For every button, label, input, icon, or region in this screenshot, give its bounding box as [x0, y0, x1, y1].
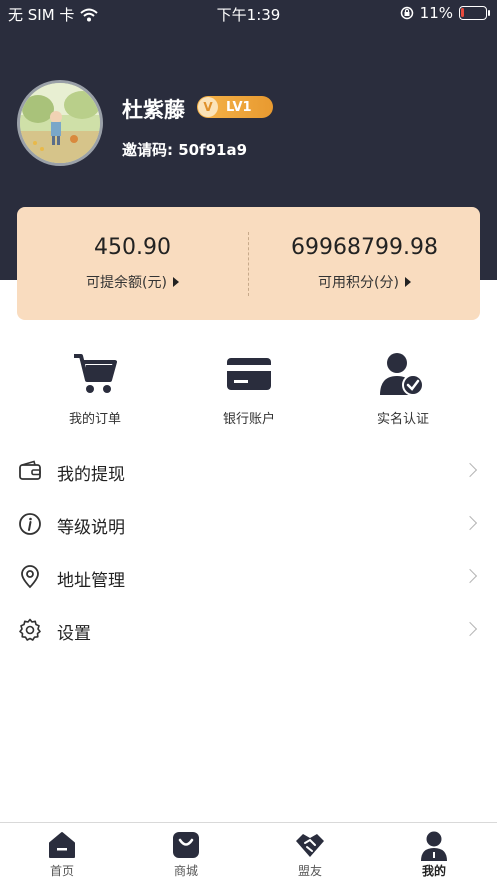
battery-percent: 11% [419, 4, 453, 22]
tab-allies[interactable]: 盟友 [248, 823, 372, 883]
menu-item-address[interactable]: 地址管理 [0, 551, 497, 604]
tab-bar: 首页 商城 盟友 我的 [0, 822, 497, 883]
tab-label: 首页 [49, 864, 74, 878]
avatar[interactable] [17, 80, 103, 166]
wallet-icon [19, 460, 41, 480]
menu-label: 等级说明 [57, 518, 125, 538]
chevron-right-icon [462, 515, 478, 531]
invite-code: 邀请码: 50f91a9 [122, 141, 248, 159]
battery-level [461, 8, 464, 17]
points-label: 可用积分(分) [318, 275, 399, 291]
verified-user-icon [380, 353, 424, 396]
cart-icon [74, 354, 117, 393]
status-bar: 无 SIM 卡 下午1:39 11% [0, 0, 497, 26]
available-points[interactable]: 69968799.98 可用积分(分) [249, 207, 480, 320]
quick-action-verification[interactable]: 实名认证 [320, 350, 486, 430]
tab-home[interactable]: 首页 [0, 823, 124, 883]
shopping-bag-icon [173, 832, 199, 858]
withdrawable-label: 可提余额(元) [86, 275, 167, 291]
chevron-right-icon [462, 621, 478, 637]
quick-action-label: 银行账户 [222, 412, 275, 427]
tab-label: 盟友 [297, 864, 322, 878]
location-pin-icon [21, 565, 39, 589]
info-icon [19, 513, 41, 535]
menu-item-settings[interactable]: 设置 [0, 604, 497, 657]
balance-card: 450.90 可提余额(元) 69968799.98 可用积分(分) [17, 207, 480, 320]
menu-item-withdrawals[interactable]: 我的提现 [0, 445, 497, 498]
points-value: 69968799.98 [291, 235, 438, 260]
user-name: 杜紫藤 [122, 98, 185, 122]
withdrawable-value: 450.90 [94, 235, 171, 260]
bank-card-icon [227, 358, 271, 390]
quick-action-label: 实名认证 [376, 412, 429, 427]
handshake-icon [296, 834, 324, 857]
gear-icon [19, 618, 41, 641]
triangle-right-icon [172, 277, 179, 287]
withdrawable-balance[interactable]: 450.90 可提余额(元) [17, 207, 248, 320]
tab-label: 商城 [173, 864, 198, 878]
withdrawable-label-row: 可提余额(元) [17, 272, 248, 292]
level-badge[interactable]: V LV1 [197, 96, 273, 118]
tab-label: 我的 [421, 864, 446, 878]
avatar-image [20, 83, 100, 163]
menu-label: 地址管理 [57, 571, 125, 591]
user-icon [421, 831, 447, 861]
chevron-right-icon [462, 462, 478, 478]
rotation-lock-icon [400, 6, 413, 20]
level-label: LV1 [226, 99, 252, 115]
quick-action-label: 我的订单 [68, 412, 121, 427]
quick-action-orders[interactable]: 我的订单 [12, 350, 178, 430]
home-icon [49, 832, 75, 858]
quick-action-bank-account[interactable]: 银行账户 [166, 350, 332, 430]
tab-mall[interactable]: 商城 [124, 823, 248, 883]
menu-label: 我的提现 [57, 465, 125, 485]
points-label-row: 可用积分(分) [249, 272, 480, 292]
tab-mine[interactable]: 我的 [372, 823, 496, 883]
battery-icon [459, 6, 490, 20]
menu-label: 设置 [57, 624, 91, 644]
chevron-right-icon [462, 568, 478, 584]
triangle-right-icon [404, 277, 411, 287]
menu-item-level-info[interactable]: 等级说明 [0, 498, 497, 551]
level-v-icon: V [198, 97, 218, 117]
